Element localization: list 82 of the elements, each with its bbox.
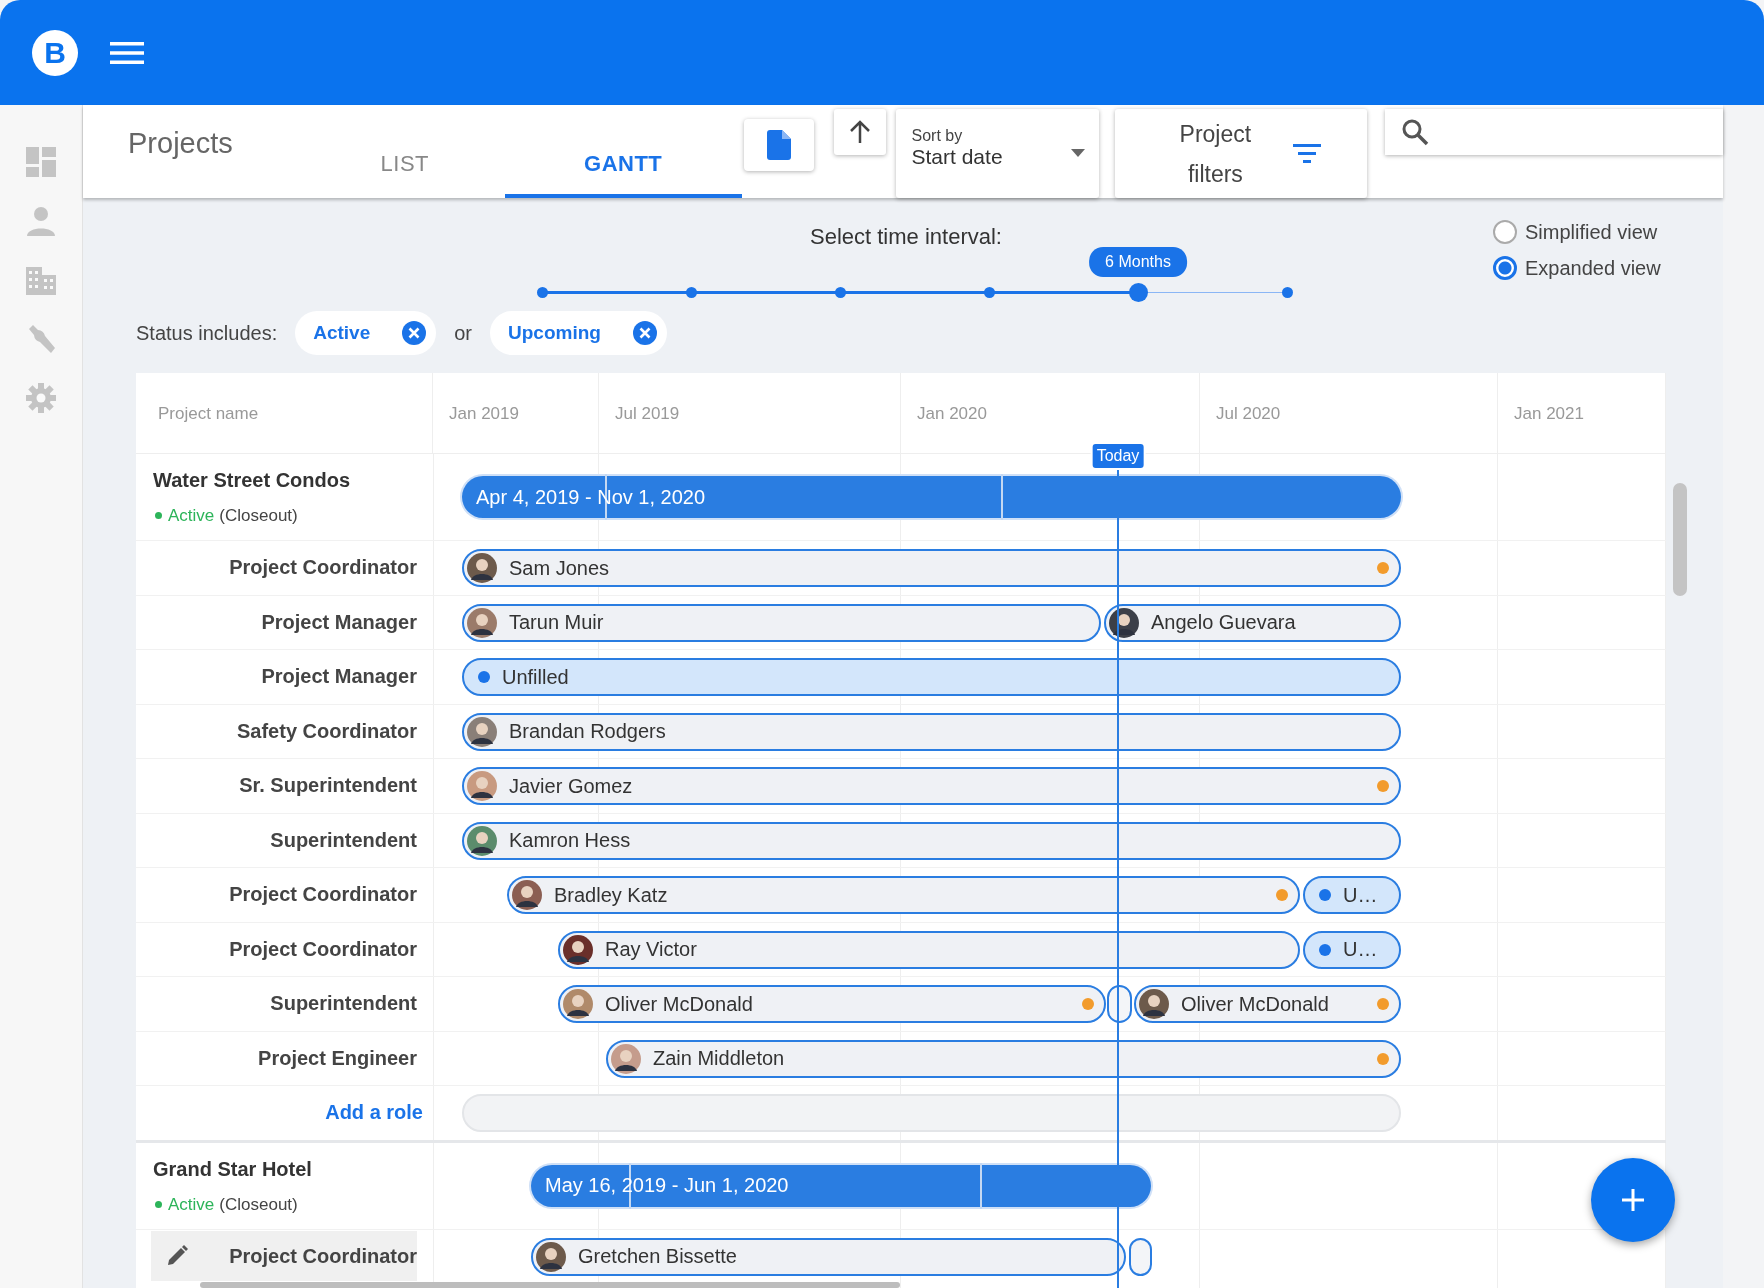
assignment-bar[interactable]: Oliver McDonald (558, 985, 1106, 1023)
role-label: Project Coordinator (229, 556, 417, 580)
filter-icon (1293, 143, 1322, 164)
role-label: Project Coordinator (229, 937, 417, 961)
avatar-icon (1139, 989, 1169, 1019)
role-label: Superintendent (270, 828, 417, 852)
unfilled-bar[interactable]: Unfilled (462, 658, 1401, 696)
avatar-icon (563, 989, 593, 1019)
status-label: Status includes: (136, 321, 278, 345)
avatar-icon (536, 1241, 566, 1272)
phase-text: (Closeout) (219, 1194, 298, 1214)
assignment-bar[interactable]: Kamron Hess (462, 821, 1401, 860)
logo[interactable]: B (32, 29, 78, 76)
role-label: Safety Coordinator (236, 719, 417, 743)
caret-icon (1071, 149, 1086, 157)
avatar-icon (611, 1043, 641, 1074)
gap-bar[interactable] (1107, 985, 1132, 1023)
sort-dropdown[interactable]: Sort by Start date (895, 109, 1100, 198)
role-label: Sr. Superintendent (239, 774, 417, 798)
arrow-up-icon (848, 120, 871, 144)
remove-icon[interactable] (402, 321, 427, 345)
status-dot (155, 1200, 162, 1208)
role-label: Project Manager (261, 665, 417, 689)
document-icon (766, 130, 791, 160)
avatar-icon (563, 934, 593, 965)
status-chip[interactable]: Active (295, 311, 437, 355)
view-tab[interactable]: GANTT (504, 105, 742, 198)
avatar-icon (512, 880, 542, 910)
month-header: Jan 2021 (1498, 373, 1666, 453)
month-header: Jan 2019 (433, 373, 599, 453)
role-label: Project Manager (261, 610, 417, 634)
month-header: Jul 2020 (1200, 373, 1498, 453)
status-chip[interactable]: Upcoming (490, 311, 667, 355)
role-label: Project Coordinator (229, 883, 417, 907)
search-icon (1401, 118, 1430, 146)
view-radio[interactable]: Simplified view (1493, 220, 1661, 244)
avatar-icon (1109, 607, 1139, 638)
column-header: Project name (136, 373, 433, 453)
avatar-icon (467, 771, 497, 801)
sort-direction-button[interactable] (833, 109, 886, 155)
project-name: Grand Star Hotel (153, 1157, 313, 1181)
page-title: Projects (127, 126, 234, 161)
status-text: Active (168, 1194, 215, 1214)
menu-icon[interactable] (110, 40, 144, 65)
unfilled-bar[interactable]: U… (1303, 876, 1401, 914)
role-label: Superintendent (270, 992, 417, 1016)
assignment-bar[interactable]: Tarun Muir (462, 603, 1101, 642)
joiner-text: or (454, 321, 473, 345)
assignment-bar[interactable]: Bradley Katz (507, 876, 1300, 914)
status-dot (155, 512, 162, 519)
assignment-bar[interactable]: Sam Jones (462, 549, 1401, 587)
assignment-bar[interactable]: Ray Victor (558, 930, 1300, 969)
search-field[interactable] (1385, 109, 1723, 155)
month-header: Jul 2019 (599, 373, 901, 453)
view-radio[interactable]: Expanded view (1493, 256, 1661, 280)
project-name: Water Street Condos (153, 469, 352, 492)
assignment-bar[interactable]: Angelo Guevara (1104, 603, 1401, 642)
role-label: Project Engineer (258, 1046, 417, 1070)
phase-text: (Closeout) (219, 506, 298, 525)
project-filters-button[interactable]: Project filters (1115, 109, 1368, 198)
horizontal-scrollbar[interactable] (200, 1282, 900, 1288)
assignment-bar[interactable]: Javier Gomez (462, 767, 1401, 805)
document-button[interactable] (743, 119, 814, 171)
plus-icon (1620, 1187, 1646, 1213)
interval-label: Select time interval: (810, 224, 1002, 250)
role-label: Project Coordinator (229, 1244, 417, 1268)
avatar-icon (467, 825, 497, 856)
assignment-bar[interactable]: Zain Middleton (606, 1039, 1401, 1078)
assignment-bar[interactable]: Brandan Rodgers (462, 712, 1401, 751)
avatar-icon (467, 716, 497, 747)
avatar-icon (467, 553, 497, 583)
assignment-bar[interactable]: Gretchen Bissette (531, 1237, 1126, 1276)
avatar-icon (467, 607, 497, 638)
view-tab[interactable]: LIST (304, 105, 505, 198)
unfilled-bar[interactable]: U… (1303, 930, 1401, 969)
status-text: Active (168, 506, 215, 525)
add-role-link[interactable]: Add a role (325, 1101, 423, 1125)
gap-bar[interactable] (1129, 1237, 1152, 1276)
assignment-bar[interactable]: Oliver McDonald (1134, 985, 1401, 1023)
interval-value-badge: 6 Months (1089, 247, 1187, 277)
vertical-scrollbar[interactable] (1673, 483, 1687, 596)
remove-icon[interactable] (632, 321, 657, 345)
